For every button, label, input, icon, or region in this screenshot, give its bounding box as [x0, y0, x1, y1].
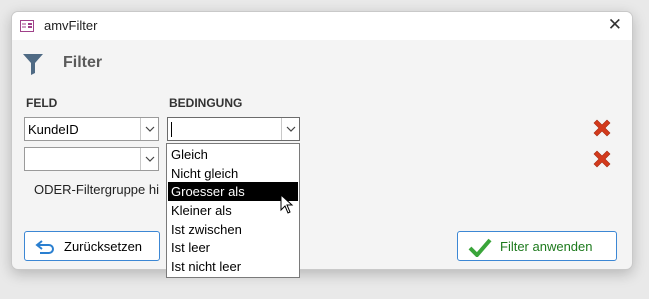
text-caret: [171, 122, 172, 137]
undo-arrow-icon: [35, 240, 54, 254]
chevron-down-icon[interactable]: [281, 118, 299, 140]
dropdown-option[interactable]: Gleich: [168, 145, 298, 164]
field-combo-1[interactable]: KundeID: [24, 117, 159, 141]
chevron-down-icon[interactable]: [140, 118, 158, 140]
delete-row-2-icon[interactable]: [590, 147, 614, 171]
condition-combo-1[interactable]: [167, 117, 300, 141]
dropdown-option[interactable]: Kleiner als: [168, 201, 298, 220]
titlebar: amvFilter ✕: [12, 12, 632, 40]
filter-dialog: amvFilter ✕ Filter FELD BEDINGUNG KundeI…: [11, 11, 633, 270]
dropdown-option[interactable]: Ist zwischen: [168, 220, 298, 239]
field-combo-2[interactable]: [24, 147, 159, 171]
apply-filter-button[interactable]: Filter anwenden: [457, 231, 617, 261]
apply-filter-button-label: Filter anwenden: [500, 239, 593, 254]
section-title: Filter: [63, 54, 103, 71]
reset-button-label: Zurücksetzen: [64, 239, 143, 254]
dropdown-option[interactable]: Nicht gleich: [168, 164, 298, 183]
field-combo-1-value: KundeID: [28, 122, 79, 137]
dropdown-option-highlighted[interactable]: Groesser als: [168, 182, 298, 201]
delete-row-1-icon[interactable]: [590, 116, 614, 140]
checkmark-icon: [468, 238, 492, 257]
mouse-pointer-icon: [280, 194, 294, 214]
window-title: amvFilter: [44, 18, 98, 33]
field-column-label: FELD: [26, 96, 58, 110]
dropdown-option[interactable]: Ist leer: [168, 238, 298, 257]
close-button[interactable]: ✕: [608, 15, 622, 35]
condition-column-label: BEDINGUNG: [169, 96, 243, 110]
form-icon: [20, 20, 34, 32]
dropdown-option[interactable]: Ist nicht leer: [168, 257, 298, 276]
reset-button[interactable]: Zurücksetzen: [24, 231, 160, 261]
chevron-down-icon[interactable]: [140, 148, 158, 170]
funnel-icon: [23, 54, 43, 75]
or-filtergroup-label: ODER-Filtergruppe hi: [34, 182, 159, 197]
